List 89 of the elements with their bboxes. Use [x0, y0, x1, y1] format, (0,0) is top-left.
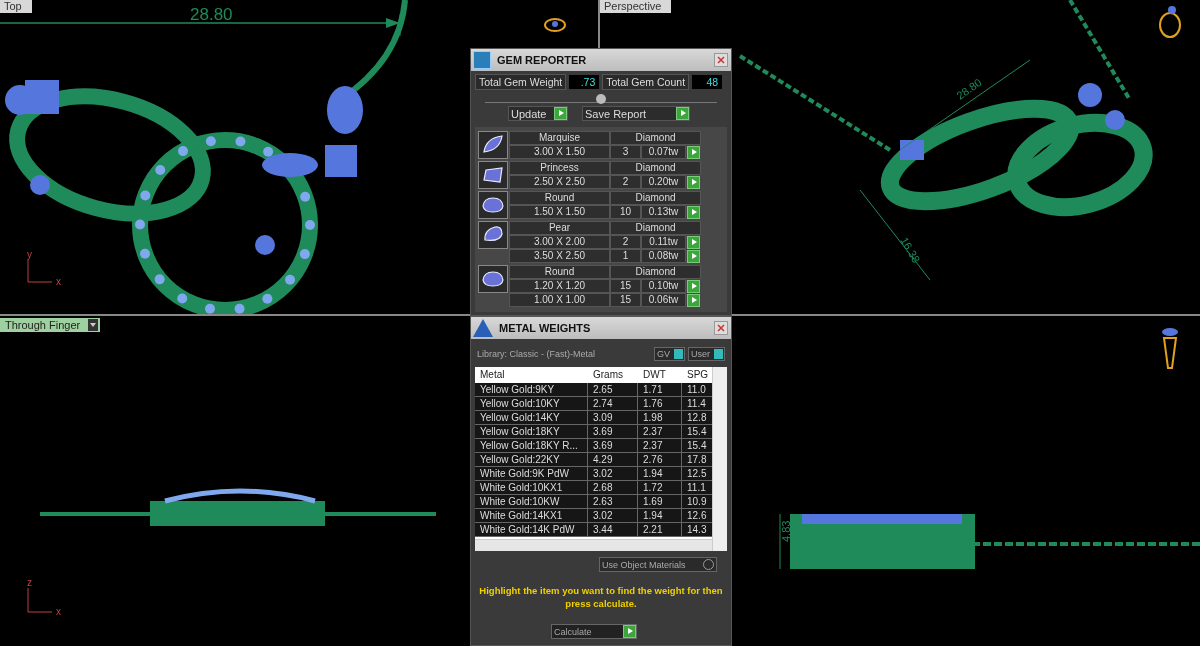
close-icon[interactable] — [714, 321, 728, 335]
use-object-materials-toggle[interactable]: Use Object Materials — [599, 557, 717, 572]
gem-size: 1.20 X 1.20 — [509, 279, 610, 293]
play-icon — [554, 107, 567, 120]
play-icon — [623, 625, 636, 638]
gem-count: 2 — [610, 235, 641, 249]
gem-icon — [478, 191, 508, 219]
gem-weight: 0.08tw — [641, 249, 686, 263]
gem-shape: Round — [509, 191, 610, 205]
gem-shape: Princess — [509, 161, 610, 175]
gem-count: 1 — [610, 249, 641, 263]
axis-icon — [27, 587, 53, 613]
gem-icon — [478, 265, 508, 293]
report-icon — [473, 51, 491, 69]
ring-icon — [1159, 6, 1181, 38]
toggle-button[interactable]: GV — [653, 347, 685, 361]
collapse-handle[interactable] — [596, 94, 606, 104]
gem-icon — [478, 161, 508, 189]
gem-count: 15 — [610, 293, 641, 307]
axis-label: x — [56, 276, 61, 287]
column-header[interactable]: DWT — [638, 369, 682, 381]
gem-shape: Marquise — [509, 131, 610, 145]
column-header[interactable]: Grams — [588, 369, 638, 381]
axis-icon — [27, 259, 53, 283]
gem-material: Diamond — [610, 191, 701, 205]
gem-material: Diamond — [610, 221, 701, 235]
gem-size: 3.00 X 2.00 — [509, 235, 610, 249]
select-button[interactable] — [687, 175, 700, 189]
dimension-label: 4.83 — [780, 520, 792, 542]
gem-count: 3 — [610, 145, 641, 159]
gem-count: 15 — [610, 279, 641, 293]
gem-weight: 0.13tw — [641, 205, 686, 219]
gem-weight: 0.07tw — [641, 145, 686, 159]
gem-material: Diamond — [610, 265, 701, 279]
gem-weight: 0.20tw — [641, 175, 686, 189]
vertical-scrollbar[interactable] — [712, 367, 727, 551]
action-button[interactable]: Update — [508, 106, 568, 121]
gem-count: 10 — [610, 205, 641, 219]
toggle-icon — [674, 349, 683, 359]
dimension-line — [779, 513, 781, 570]
gem-material: Diamond — [610, 131, 701, 145]
gem-count: 2 — [610, 175, 641, 189]
calculate-button[interactable]: Calculate — [551, 624, 637, 639]
view-tab[interactable]: Top — [0, 0, 32, 13]
panel-title: GEM REPORTER — [497, 54, 588, 66]
total-value: 48 — [692, 75, 723, 89]
play-icon — [676, 107, 689, 120]
library-label: Library: Classic - (Fast)-Metal — [477, 349, 596, 359]
view-dropdown[interactable]: Through Finger — [0, 318, 101, 332]
gem-icon — [478, 131, 508, 159]
hint-text: Highlight the item you want to find the weight for then press calculate. — [478, 584, 724, 610]
close-icon[interactable] — [714, 53, 728, 67]
select-button[interactable] — [687, 235, 700, 249]
scale-icon — [473, 319, 493, 337]
total-label: Total Gem Count — [602, 74, 690, 90]
dimension-label: 28.80 — [190, 5, 233, 24]
panel-title: METAL WEIGHTS — [499, 322, 592, 334]
total-label: Total Gem Weight — [475, 74, 567, 90]
gem-shape: Round — [509, 265, 610, 279]
action-button[interactable]: Save Report — [582, 106, 690, 121]
gem-weight: 0.10tw — [641, 279, 686, 293]
ring-icon — [544, 18, 566, 32]
column-header[interactable]: SPG — [682, 369, 710, 381]
select-button[interactable] — [687, 279, 700, 293]
gem-shape: Pear — [509, 221, 610, 235]
gem-size: 3.50 X 2.50 — [509, 249, 610, 263]
gem-icon — [478, 221, 508, 249]
toggle-icon — [714, 349, 723, 359]
caret-icon — [88, 319, 99, 331]
gem-size: 3.00 X 1.50 — [509, 145, 610, 159]
toggle-button[interactable]: User — [688, 347, 725, 361]
select-button[interactable] — [687, 249, 700, 263]
select-button[interactable] — [687, 293, 700, 307]
gem-size: 1.00 X 1.00 — [509, 293, 610, 307]
select-button[interactable] — [687, 145, 700, 159]
axis-label: x — [56, 606, 61, 617]
axis-label: z — [27, 577, 32, 588]
pendant-icon — [1162, 328, 1178, 369]
gem-size: 1.50 X 1.50 — [509, 205, 610, 219]
axis-label: y — [27, 249, 32, 260]
gem-size: 2.50 X 2.50 — [509, 175, 610, 189]
select-button[interactable] — [687, 205, 700, 219]
gem-material: Diamond — [610, 161, 701, 175]
horizontal-scrollbar[interactable] — [475, 538, 712, 551]
view-tab[interactable]: Perspective — [600, 0, 672, 13]
column-header[interactable]: Metal — [475, 369, 588, 381]
gem-weight: 0.06tw — [641, 293, 686, 307]
total-value: .73 — [569, 75, 600, 89]
gem-weight: 0.11tw — [641, 235, 686, 249]
